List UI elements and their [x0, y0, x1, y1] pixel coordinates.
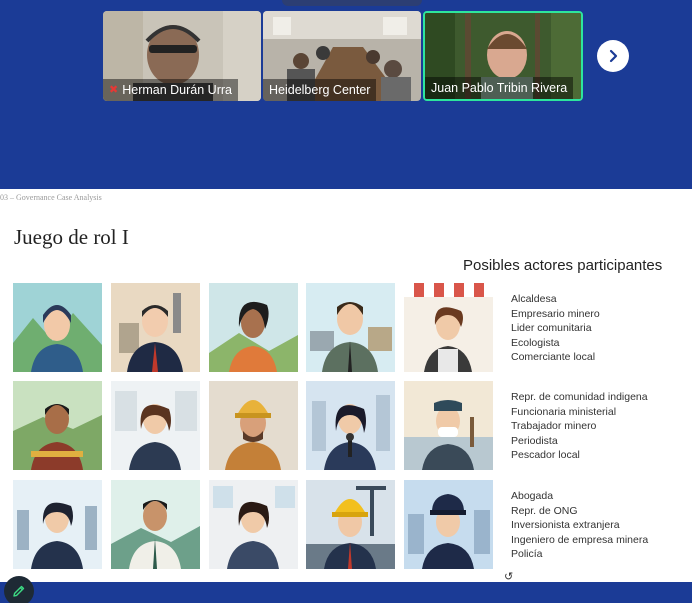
actor-list: Alcaldesa Empresario minero Lider comuni… [511, 292, 600, 365]
slide-subtitle: Posibles actores participantes [463, 257, 663, 274]
list-item: Lider comunitaria [511, 322, 592, 334]
participant-tile-herman[interactable]: ✖ Herman Durán Urra [103, 11, 261, 101]
actor-portrait [306, 283, 395, 372]
actor-portrait [13, 480, 102, 569]
chevron-right-icon [609, 49, 618, 63]
list-item: Inversionista extranjera [511, 519, 620, 531]
list-item: Trabajador minero [511, 420, 597, 432]
list-item: Alcaldesa [511, 293, 557, 305]
list-item: Comerciante local [511, 351, 596, 363]
next-participants-button[interactable] [597, 40, 629, 72]
list-item: Policía [511, 548, 543, 560]
participant-name-label: Heidelberg Center [263, 79, 377, 101]
actor-portrait [209, 480, 298, 569]
list-item: Periodista [511, 434, 558, 447]
pencil-icon [13, 585, 25, 597]
mic-muted-icon: ✖ [109, 84, 119, 96]
list-item: Repr. de ONG [511, 504, 578, 517]
actor-portrait [209, 283, 298, 372]
actor-portrait [404, 480, 493, 569]
actor-portrait [13, 283, 102, 372]
actor-portrait [111, 480, 200, 569]
actor-portrait [306, 480, 395, 569]
actor-list: Abogada Repr. de ONG Inversionista extra… [511, 489, 648, 562]
top-bar-notch [282, 0, 422, 6]
list-item: Funcionaria ministerial [511, 405, 617, 418]
slide-title: Juego de rol I [14, 225, 129, 249]
actor-portrait [111, 381, 200, 470]
list-item: Pescador local [511, 449, 580, 461]
slide-header: 03 – Governance Case Analysis [0, 193, 102, 202]
actor-list: Repr. de comunidad indigena Funcionaria … [511, 390, 648, 463]
actor-portrait [209, 381, 298, 470]
shared-slide: 03 – Governance Case Analysis Juego de r… [0, 189, 692, 583]
actor-portrait [404, 283, 493, 372]
actor-portrait [13, 381, 102, 470]
actor-portrait [111, 283, 200, 372]
list-item: Ingeniero de empresa minera [511, 533, 649, 546]
participant-tile-juan-pablo[interactable]: Juan Pablo Tribin Rivera [423, 11, 583, 101]
participant-tile-heidelberg[interactable]: Heidelberg Center [263, 11, 421, 101]
list-item: Repr. de comunidad indigena [511, 391, 648, 403]
list-item: Abogada [511, 490, 554, 502]
actor-portrait [404, 381, 493, 470]
edit-button[interactable] [4, 576, 34, 603]
actor-portrait [306, 381, 395, 470]
bottom-bar [0, 582, 692, 603]
list-item: Ecologista [511, 336, 560, 349]
participant-name-label: ✖ Herman Durán Urra [103, 79, 238, 101]
participant-name-label: Juan Pablo Tribin Rivera [425, 77, 574, 99]
list-item: Empresario minero [511, 307, 600, 320]
